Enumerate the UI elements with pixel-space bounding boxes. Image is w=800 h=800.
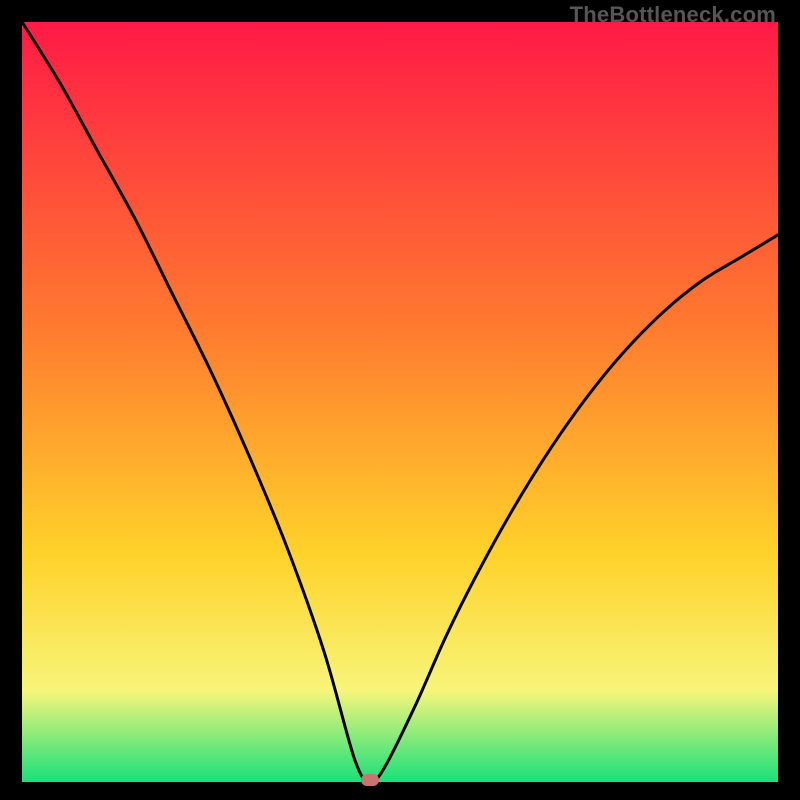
optimal-point-marker <box>361 774 379 786</box>
bottleneck-curve <box>22 22 778 782</box>
chart-frame: TheBottleneck.com <box>0 0 800 800</box>
watermark-text: TheBottleneck.com <box>570 2 776 28</box>
